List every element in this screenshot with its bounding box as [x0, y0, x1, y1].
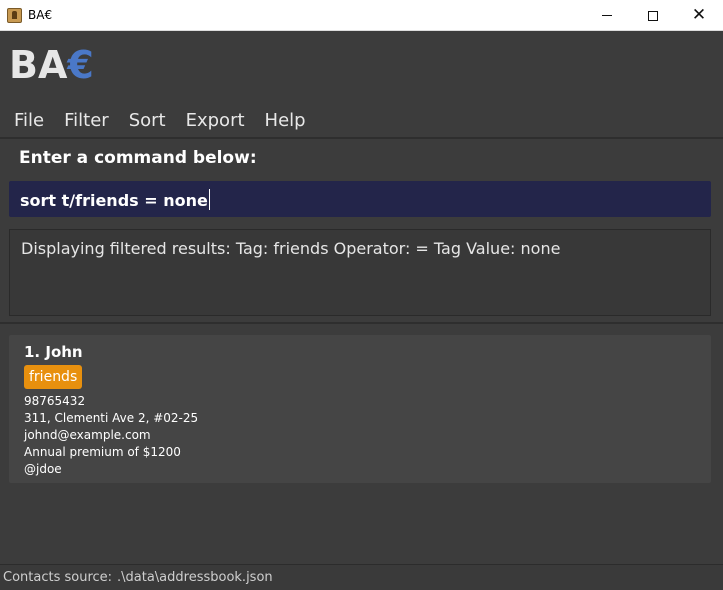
status-file-path: .\data\addressbook.json [117, 570, 273, 585]
menu-divider [0, 137, 723, 139]
logo-text: BA [9, 43, 68, 87]
window-title: BA€ [28, 8, 53, 22]
maximize-icon [648, 10, 658, 21]
menu-filter[interactable]: Filter [54, 110, 119, 131]
minimize-button[interactable] [584, 0, 630, 31]
text-caret [208, 189, 210, 210]
menu-sort[interactable]: Sort [119, 110, 176, 131]
contact-email: johnd@example.com [24, 428, 151, 442]
minimize-icon [602, 15, 612, 16]
result-message: Displaying filtered results: Tag: friend… [21, 239, 561, 258]
app-icon [7, 8, 22, 23]
tag-badge: friends [24, 365, 83, 389]
command-label: Enter a command below: [19, 148, 257, 168]
menu-help[interactable]: Help [255, 110, 316, 131]
menu-export[interactable]: Export [176, 110, 255, 131]
result-divider [0, 322, 723, 324]
command-input[interactable]: sort t/friends = none [9, 181, 711, 217]
close-button[interactable]: ✕ [676, 0, 722, 31]
contact-name: 1. John [24, 343, 83, 361]
contact-premium: Annual premium of $1200 [24, 445, 181, 459]
status-bar: Contacts source: .\data\addressbook.json [0, 564, 723, 590]
contact-address: 311, Clementi Ave 2, #02-25 [24, 411, 199, 425]
command-input-text: sort t/friends = none [20, 189, 210, 210]
app-logo: BA€ [9, 46, 94, 84]
menu-file[interactable]: File [4, 110, 54, 131]
contact-handle: @jdoe [24, 462, 62, 476]
logo-euro-sign: € [67, 43, 94, 87]
menu-bar: File Filter Sort Export Help [0, 104, 723, 138]
maximize-button[interactable] [630, 0, 676, 31]
contact-phone: 98765432 [24, 394, 86, 408]
contact-card[interactable]: 1. John friends 98765432 311, Clementi A… [9, 335, 711, 483]
status-label: Contacts source: [3, 570, 113, 585]
close-icon: ✕ [691, 5, 707, 25]
title-bar: BA€ ✕ [0, 0, 723, 31]
result-display[interactable]: Displaying filtered results: Tag: friend… [9, 229, 711, 316]
